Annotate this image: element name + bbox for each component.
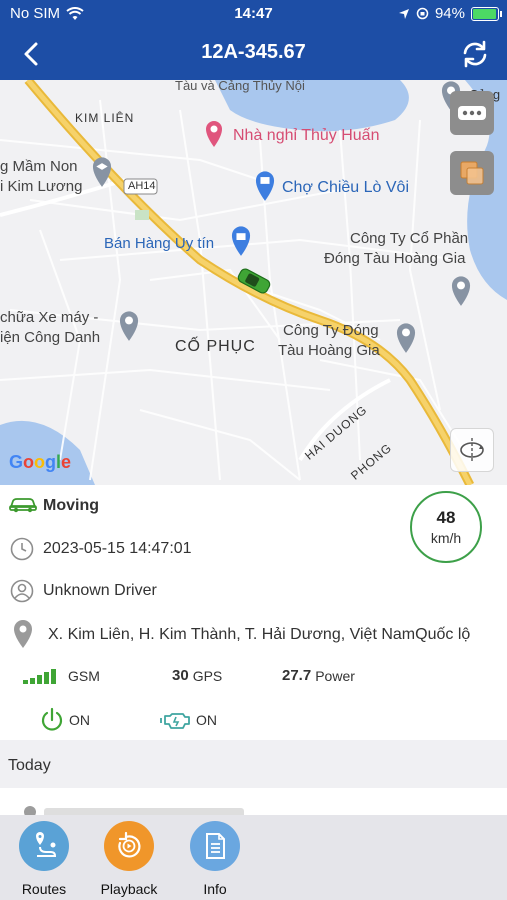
map-label-cong-ty-2a: Công Ty Đóng [283, 322, 379, 339]
today-label: Today [8, 757, 51, 774]
info-button[interactable]: Info [170, 821, 260, 897]
document-icon [190, 821, 240, 871]
gsm-label: GSM [68, 668, 100, 684]
place-marker-icon[interactable] [448, 273, 474, 307]
map-label-co-phuc: CỐ PHỤC [175, 338, 256, 355]
map-more-button[interactable] [450, 91, 494, 135]
vehicle-address: X. Kim Liên, H. Kim Thành, T. Hải Dương,… [48, 626, 471, 643]
layers-icon [460, 161, 484, 185]
market-marker-icon[interactable] [252, 168, 278, 202]
map-view[interactable]: Tàu và Cảng Thủy Nội KIM LIÊN Nhà nghỉ T… [0, 80, 507, 485]
signal-bars-icon [23, 669, 56, 684]
playback-icon [104, 821, 154, 871]
clock-icon [10, 537, 34, 561]
rotate-3d-icon [460, 438, 484, 462]
gps-label: GPS [192, 667, 223, 684]
power-stat: 27.7 Power [282, 667, 355, 684]
map-label-mam-non-1: g Mầm Non [0, 158, 78, 175]
playback-label: Playback [100, 881, 158, 897]
vehicle-info-panel: Moving 48 km/h 2023-05-15 14:47:01 Unkno… [0, 485, 507, 740]
routes-label: Routes [21, 881, 67, 897]
vehicle-plate-title: 12A-345.67 [201, 41, 306, 63]
power-state: ON [69, 712, 90, 728]
speed-value: 48 [436, 508, 456, 527]
map-rotate-button[interactable] [450, 428, 494, 472]
map-label-xe-may-1: chữa Xe máy - [0, 309, 99, 326]
gps-stat: 30 GPS [172, 667, 222, 684]
map-label-cong-ty-1b: Đóng Tàu Hoàng Gia [324, 250, 466, 267]
refresh-icon[interactable] [457, 36, 493, 72]
driver-icon [10, 579, 34, 603]
routes-button[interactable]: Routes [0, 821, 89, 897]
battery-percent: 94% [434, 5, 465, 22]
shipyard-marker-icon[interactable] [393, 320, 419, 354]
map-label-nha-nghi: Nhà nghỉ Thủy Huấn [233, 127, 380, 144]
vehicle-car-icon[interactable] [234, 266, 274, 296]
engine-state-stat: ON [160, 709, 217, 731]
playback-button[interactable]: Playback [84, 821, 174, 897]
history-list-item[interactable] [0, 788, 507, 818]
orientation-lock-icon [416, 7, 429, 20]
power-label: Power [315, 667, 355, 684]
bottom-nav: Routes Playback Info [0, 815, 507, 900]
status-bar: No SIM 14:47 94% [0, 0, 507, 28]
last-update-datetime: 2023-05-15 14:47:01 [43, 540, 192, 557]
engine-state: ON [196, 712, 217, 728]
power-state-stat: ON [39, 707, 90, 733]
map-label-top: Tàu và Cảng Thủy Nội [175, 80, 305, 93]
map-label-kim-lien: KIM LIÊN [75, 111, 135, 125]
car-status-icon [9, 498, 37, 513]
map-label-cho-chieu: Chợ Chiều Lò Vôi [282, 179, 410, 196]
map-label-xe-may-2: iện Công Danh [0, 329, 101, 346]
routes-icon [19, 821, 69, 871]
map-label-cong-ty-1a: Công Ty Cổ Phần [350, 230, 469, 247]
info-label: Info [203, 881, 227, 897]
google-logo: Google [9, 452, 72, 472]
gps-value: 30 [172, 667, 189, 684]
driver-name: Unknown Driver [43, 582, 157, 599]
power-icon [41, 707, 63, 731]
vehicle-status: Moving [43, 497, 99, 514]
engine-icon [160, 713, 190, 729]
top-bar: No SIM 14:47 94% 12A-345.67 [0, 0, 507, 80]
school-marker-icon[interactable] [89, 154, 115, 188]
map-layers-button[interactable] [450, 151, 494, 195]
repair-marker-icon[interactable] [116, 308, 142, 342]
shop-marker-icon[interactable] [228, 223, 254, 257]
location-arrow-icon [398, 8, 409, 19]
battery-icon [471, 6, 502, 21]
today-section-header: Today [0, 740, 507, 788]
map-label-mam-non-2: i Kim Lương [0, 178, 83, 195]
header: 12A-345.67 [0, 28, 507, 80]
road-badge-ah14: AH14 [128, 180, 156, 192]
more-dots-icon [458, 106, 486, 120]
map-label-cong-ty-2b: Tàu Hoàng Gia [278, 342, 380, 359]
location-pin-icon [14, 620, 32, 648]
map-label-ban-hang: Bán Hàng Uy tín [104, 235, 215, 252]
power-value: 27.7 [282, 667, 312, 684]
hotel-marker-icon[interactable] [203, 118, 225, 148]
gsm-stat: GSM [22, 667, 100, 685]
